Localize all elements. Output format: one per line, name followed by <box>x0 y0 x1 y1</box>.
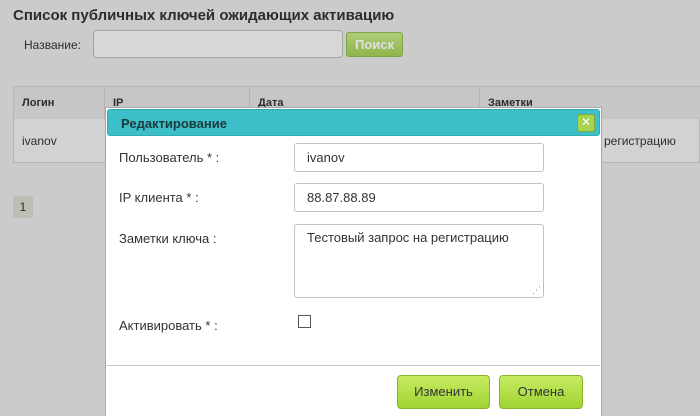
edit-dialog: Редактирование ✕ Пользователь * : ivanov… <box>105 107 602 416</box>
ip-label: IP клиента * : <box>119 190 199 205</box>
user-field[interactable]: ivanov <box>294 143 544 172</box>
cancel-button[interactable]: Отмена <box>499 375 583 409</box>
dialog-header[interactable]: Редактирование ✕ <box>107 109 600 136</box>
dialog-divider <box>107 365 600 366</box>
save-button[interactable]: Изменить <box>397 375 490 409</box>
close-icon[interactable]: ✕ <box>577 114 595 132</box>
notes-label: Заметки ключа : <box>119 231 217 246</box>
resize-grip-icon[interactable]: ⋰ <box>532 285 542 295</box>
user-label: Пользователь * : <box>119 150 220 165</box>
notes-textarea[interactable]: Тестовый запрос на регистрацию <box>294 224 544 298</box>
activate-checkbox[interactable] <box>298 315 311 328</box>
dialog-title: Редактирование <box>121 116 227 131</box>
ip-field[interactable]: 88.87.88.89 <box>294 183 544 212</box>
activate-label: Активировать * : <box>119 318 218 333</box>
